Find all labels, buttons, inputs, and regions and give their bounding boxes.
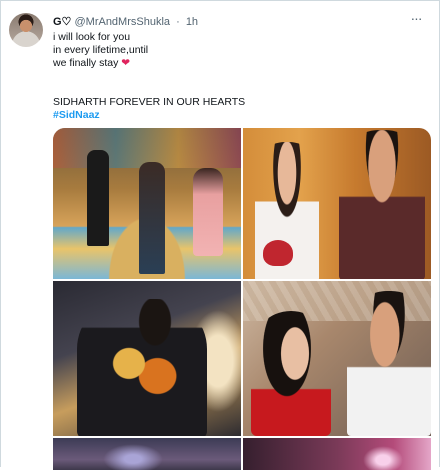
tribute-line: SIDHARTH FOREVER IN OUR HEARTS	[53, 96, 246, 108]
photo-partial-right[interactable]	[243, 438, 431, 470]
tweet-text: i will look for you in every lifetime,un…	[53, 31, 423, 122]
timestamp[interactable]: 1h	[186, 16, 198, 28]
tweet-card[interactable]: G♡ @MrAndMrsShukla · 1h ··· i will look …	[0, 0, 440, 470]
text-line-content: we finally stay	[53, 57, 119, 69]
separator: ·	[176, 16, 180, 28]
text-line: we finally stay ❤	[53, 57, 423, 70]
heart-emoji-icon: ❤	[121, 57, 131, 69]
photo-embrace[interactable]	[53, 281, 241, 436]
handle[interactable]: @MrAndMrsShukla	[74, 16, 170, 28]
text-line: in every lifetime,until	[53, 44, 149, 56]
ellipsis-icon[interactable]: ···	[407, 11, 425, 27]
photo-close-gaze[interactable]	[243, 281, 431, 436]
media-grid	[53, 128, 431, 470]
tweet-header: G♡ @MrAndMrsShukla · 1h	[53, 14, 198, 30]
photo-stage-set[interactable]	[53, 128, 241, 279]
photo-couple-smiling[interactable]	[243, 128, 431, 279]
text-line: i will look for you	[53, 31, 131, 43]
avatar[interactable]	[9, 13, 43, 47]
hashtag-link[interactable]: #SidNaaz	[53, 109, 423, 122]
display-name[interactable]: G♡	[53, 16, 71, 28]
photo-partial-left[interactable]	[53, 438, 241, 470]
